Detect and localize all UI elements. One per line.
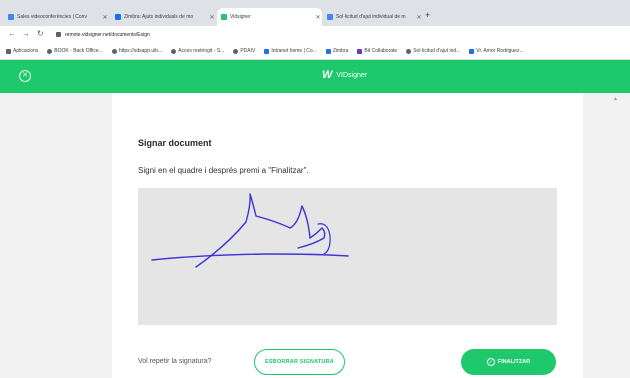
bookmark-label: BOOK - Back Office... bbox=[54, 48, 103, 54]
browser-tab-2[interactable]: Vidsigner ✕ bbox=[217, 8, 322, 26]
bookmark-label: PDAIV bbox=[240, 48, 256, 54]
close-tab-icon[interactable]: ✕ bbox=[101, 14, 109, 21]
bookmark-label: Sol·licitud d'ajut ind... bbox=[413, 48, 461, 54]
bookmark-item[interactable]: Sol·licitud d'ajut ind... bbox=[406, 48, 460, 54]
bookmarks-bar: Aplicacions BOOK - Back Office... https:… bbox=[0, 43, 630, 60]
globe-icon bbox=[406, 48, 412, 54]
url-field[interactable]: remote.vidsigner.net/documents/Esign bbox=[56, 29, 616, 40]
bookmark-label: Aplicacions bbox=[13, 48, 39, 54]
lock-icon bbox=[56, 32, 61, 37]
back-icon[interactable]: ← bbox=[8, 29, 16, 38]
bookmark-item[interactable]: Zimbra bbox=[325, 48, 349, 54]
bookmark-item[interactable]: Acces restringit - S... bbox=[171, 48, 224, 54]
globe-icon bbox=[111, 48, 117, 54]
bookmark-item[interactable]: Vr. Amor Rodriguez... bbox=[469, 48, 524, 54]
close-tab-icon[interactable]: ✕ bbox=[415, 14, 423, 21]
erase-signature-button[interactable]: ESBORRAR SIGNATURA bbox=[254, 349, 345, 375]
scroll-up-icon[interactable]: ▲ bbox=[613, 96, 618, 102]
tab-label: Vidsigner bbox=[230, 14, 251, 20]
vidsigner-logo: W VIDsigner bbox=[322, 69, 367, 81]
bookmark-item[interactable]: Intranet home | Co... bbox=[264, 48, 317, 54]
page-scrollbar[interactable]: ▲ bbox=[612, 93, 618, 378]
bookmark-label: Zimbra bbox=[332, 48, 349, 54]
bookmark-label: Bit Collaborate bbox=[364, 48, 398, 54]
tab-label: Sales videoconferències | Conv bbox=[17, 14, 87, 20]
instruction-text: Signi en el quadre i després premi a "Fi… bbox=[138, 166, 309, 175]
tab-favicon-icon bbox=[8, 14, 14, 20]
collaborate-icon bbox=[357, 48, 363, 54]
browser-tab-strip: Sales videoconferències | Conv ✕ Zimbra:… bbox=[0, 0, 630, 26]
brand-name: VIDsigner bbox=[336, 71, 368, 79]
browser-tab-3[interactable]: Sol·licitud d'ajut individual de m ✕ bbox=[323, 8, 423, 26]
tab-favicon-icon bbox=[115, 14, 121, 20]
close-circle-icon[interactable]: ✕ bbox=[19, 70, 31, 82]
person-icon bbox=[469, 48, 475, 54]
signature-pad[interactable] bbox=[138, 188, 557, 325]
tab-favicon-icon bbox=[327, 14, 333, 20]
globe-icon bbox=[47, 48, 53, 54]
page-title: Signar document bbox=[138, 138, 212, 148]
address-bar: ← → ↻ remote.vidsigner.net/documents/Esi… bbox=[0, 26, 630, 43]
bookmark-item[interactable]: https://sdsapp.uib... bbox=[111, 48, 163, 54]
repeat-signature-label: Vol repetir la signatura? bbox=[138, 358, 212, 365]
browser-tab-1[interactable]: Zimbra: Ajuts individuals de mo ✕ bbox=[111, 8, 216, 26]
browser-tab-0[interactable]: Sales videoconferències | Conv ✕ bbox=[4, 8, 109, 26]
reload-icon[interactable]: ↻ bbox=[37, 29, 44, 38]
url-text: remote.vidsigner.net/documents/Esign bbox=[65, 31, 150, 38]
globe-icon bbox=[233, 48, 239, 54]
globe-icon bbox=[171, 48, 177, 54]
bookmark-item[interactable]: PDAIV bbox=[233, 48, 255, 54]
intranet-icon bbox=[264, 48, 270, 54]
app-header: ✕ W VIDsigner bbox=[0, 60, 630, 93]
forward-icon[interactable]: → bbox=[22, 29, 30, 38]
finish-button-label: FINALITZAR bbox=[497, 359, 531, 365]
bookmark-item[interactable]: BOOK - Back Office... bbox=[47, 48, 103, 54]
tab-label: Zimbra: Ajuts individuals de mo bbox=[124, 14, 194, 20]
close-tab-icon[interactable]: ✕ bbox=[208, 14, 216, 21]
bookmark-item[interactable]: Aplicacions bbox=[6, 48, 38, 54]
bookmark-label: https://sdsapp.uib... bbox=[118, 48, 163, 54]
bookmark-label: Acces restringit - S... bbox=[178, 48, 225, 54]
new-tab-button[interactable]: + bbox=[425, 10, 430, 20]
bookmark-label: Vr. Amor Rodriguez... bbox=[476, 48, 524, 54]
zimbra-icon bbox=[325, 48, 331, 54]
bookmark-item[interactable]: Bit Collaborate bbox=[357, 48, 397, 54]
close-tab-icon[interactable]: ✕ bbox=[314, 14, 322, 21]
vidsigner-logo-icon: W bbox=[322, 69, 332, 81]
finish-button[interactable]: ✓ FINALITZAR bbox=[461, 349, 556, 375]
tab-label: Sol·licitud d'ajut individual de m bbox=[336, 14, 406, 20]
tab-favicon-icon bbox=[221, 14, 227, 20]
apps-icon bbox=[6, 48, 11, 54]
signature-stroke bbox=[151, 193, 349, 268]
bookmark-label: Intranet home | Co... bbox=[271, 48, 317, 54]
check-circle-icon: ✓ bbox=[486, 358, 495, 366]
